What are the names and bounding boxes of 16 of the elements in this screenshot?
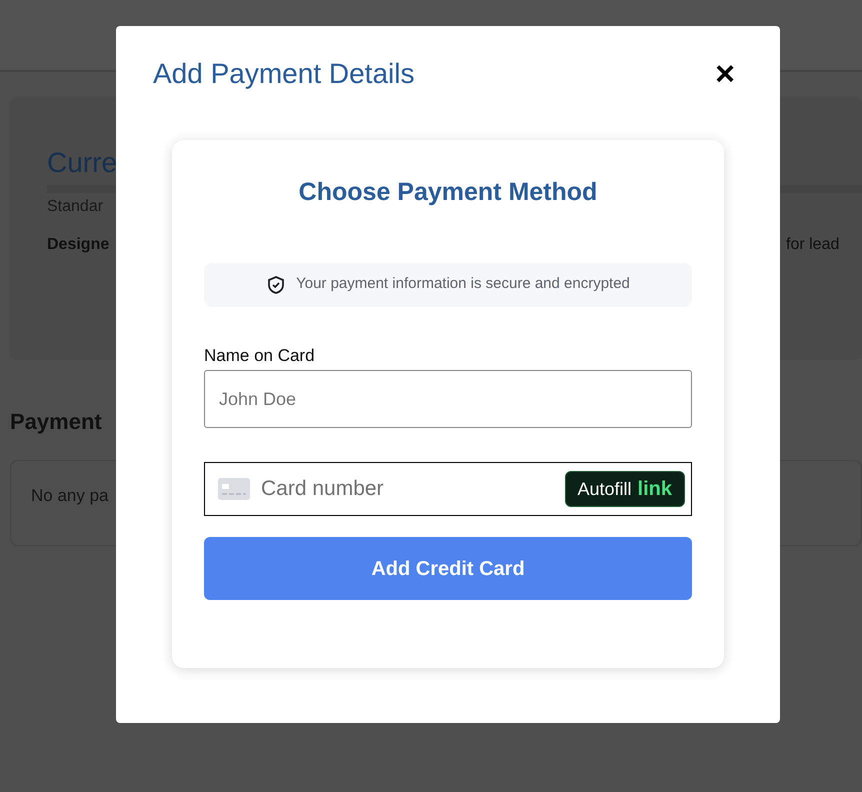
name-input[interactable]: John Doe xyxy=(204,370,692,428)
section-heading: Payment xyxy=(10,408,103,436)
autofill-button[interactable]: Autofill link xyxy=(564,471,685,507)
credit-card-icon xyxy=(218,478,250,500)
shield-check-icon xyxy=(266,274,286,294)
plan-description: for lead xyxy=(786,235,840,255)
close-button[interactable]: × xyxy=(715,57,735,91)
notice-text: Your payment information is secure and encrypted xyxy=(296,274,630,294)
card-number-input[interactable]: Card number xyxy=(261,473,565,505)
card-number-field[interactable]: Card number Autofill link xyxy=(204,462,692,516)
modal-title: Add Payment Details xyxy=(153,57,414,91)
add-card-button[interactable]: Add Credit Card xyxy=(204,537,692,600)
card-heading: Choose Payment Method xyxy=(298,177,598,208)
field-label: Name on Card xyxy=(204,344,316,366)
plan-label: Designe xyxy=(47,235,110,255)
empty-message: No any pa xyxy=(31,486,108,505)
